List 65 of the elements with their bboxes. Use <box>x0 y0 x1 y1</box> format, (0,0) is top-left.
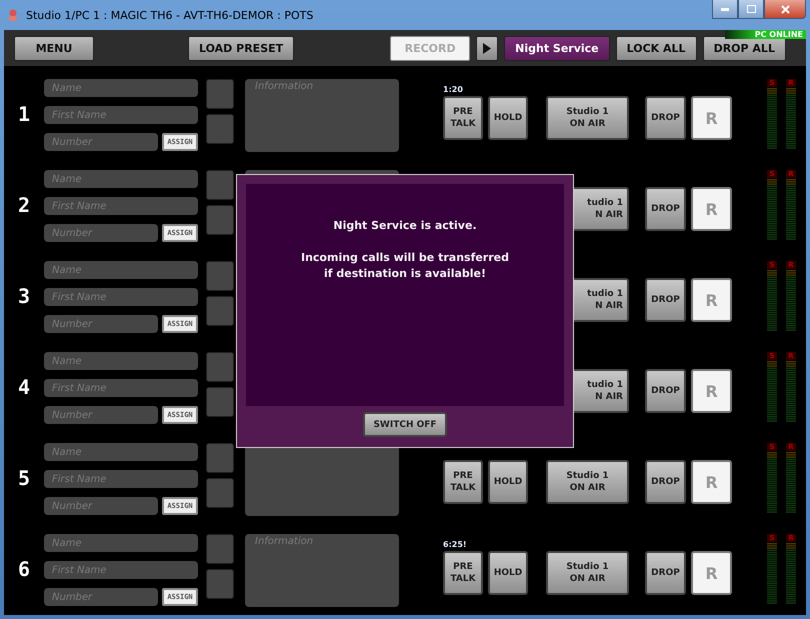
window-title: Studio 1/PC 1 : MAGIC TH6 - AVT-TH6-DEMOR : POTS <box>26 8 314 22</box>
maximize-icon <box>746 5 756 13</box>
square-button[interactable] <box>206 534 234 564</box>
call-timer: 6:25! <box>443 540 467 549</box>
toolbar-button[interactable]: Night Service <box>504 36 610 60</box>
line-number: 4 <box>16 374 32 398</box>
minimize-icon <box>721 8 729 10</box>
line-number: 5 <box>16 466 32 490</box>
drop-button[interactable]: DROP <box>645 460 686 504</box>
square-button[interactable] <box>206 205 234 235</box>
call-timer: 1:20 <box>443 85 463 94</box>
level-meter-drawing <box>767 88 777 150</box>
level-meter-drawing <box>786 88 796 150</box>
drop-button[interactable]: DROP <box>645 369 686 413</box>
play-icon <box>483 42 492 54</box>
hold-button[interactable]: HOLD <box>488 460 528 504</box>
on-air-button[interactable]: Studio 1 ON AIR <box>546 96 629 140</box>
level-meter-drawing <box>786 179 796 241</box>
square-button[interactable] <box>206 114 234 144</box>
toolbar-button[interactable]: MENU <box>14 36 94 60</box>
line-number: 3 <box>16 284 32 308</box>
level-meter-drawing <box>786 543 796 605</box>
line-number: 6 <box>16 556 32 580</box>
on-air-button[interactable]: Studio 1 ON AIR <box>546 460 629 504</box>
close-button[interactable] <box>764 0 806 19</box>
on-air-button[interactable]: Studio 1 ON AIR <box>546 551 629 595</box>
pre-talk-button[interactable]: PRE TALK <box>443 551 483 595</box>
close-icon <box>780 4 790 14</box>
square-button[interactable] <box>206 296 234 326</box>
square-button[interactable] <box>206 569 234 599</box>
switch-off-button[interactable]: SWITCH OFF <box>363 412 447 437</box>
square-button[interactable] <box>206 352 234 382</box>
level-meter-drawing <box>786 361 796 423</box>
pre-talk-button[interactable]: PRE TALK <box>443 96 483 140</box>
toolbar-button[interactable]: LOAD PRESET <box>188 36 294 60</box>
dialog-message: Night Service is active. <box>333 218 477 234</box>
play-button[interactable] <box>476 36 498 60</box>
drop-button[interactable]: DROP <box>645 551 686 595</box>
minimize-button[interactable] <box>712 0 738 19</box>
line-number: 2 <box>16 192 32 216</box>
app-icon <box>6 8 20 22</box>
square-button[interactable] <box>206 170 234 200</box>
level-meter-drawing <box>767 361 777 423</box>
maximize-button[interactable] <box>738 0 764 19</box>
square-button[interactable] <box>206 478 234 508</box>
drop-button[interactable]: DROP <box>645 278 686 322</box>
drop-button[interactable]: DROP <box>645 96 686 140</box>
square-button[interactable] <box>206 387 234 417</box>
level-meter-drawing <box>786 270 796 332</box>
hold-button[interactable]: HOLD <box>488 551 528 595</box>
toolbar-button[interactable]: LOCK ALL <box>616 36 697 60</box>
level-meter-drawing <box>767 543 777 605</box>
drop-button[interactable]: DROP <box>645 187 686 231</box>
pre-talk-button[interactable]: PRE TALK <box>443 460 483 504</box>
square-button[interactable] <box>206 79 234 109</box>
online-status: PC ONLINE <box>724 30 806 39</box>
level-meter-drawing <box>786 452 796 514</box>
square-button[interactable] <box>206 261 234 291</box>
level-meter-drawing <box>767 270 777 332</box>
dialog-detail: Incoming calls will be transferred if destination is available! <box>300 250 509 282</box>
level-meter-drawing <box>767 179 777 241</box>
hold-button[interactable]: HOLD <box>488 96 528 140</box>
level-meter-drawing <box>767 452 777 514</box>
line-number: 1 <box>16 102 32 126</box>
square-button[interactable] <box>206 443 234 473</box>
